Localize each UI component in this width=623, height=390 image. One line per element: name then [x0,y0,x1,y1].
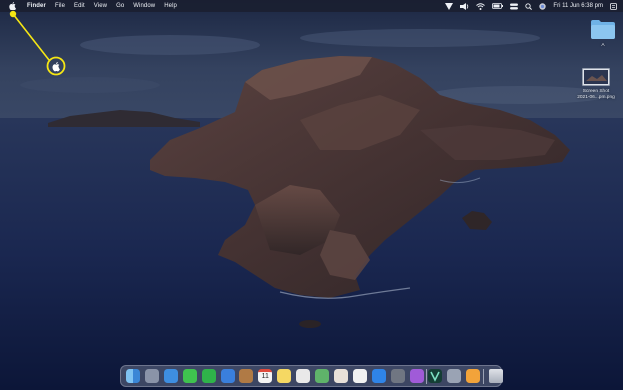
menu-bar: Finder File Edit View Go Window Help Fri… [0,0,623,12]
settings-icon[interactable] [390,369,405,383]
launchpad-icon[interactable] [144,369,159,383]
appstore-icon[interactable] [371,369,386,383]
dock: 11 [120,365,504,387]
preview-icon[interactable] [447,369,462,383]
battery-icon[interactable] [492,3,504,9]
menu-go[interactable]: Go [116,3,124,9]
menubar-clock[interactable]: Fri 11 Jun 6:38 pm [553,3,603,9]
menu-window[interactable]: Window [133,3,155,9]
search-icon[interactable] [525,2,533,10]
screenshot-thumbnail-icon [582,68,610,86]
maps-icon[interactable] [315,369,329,383]
notification-icon[interactable] [610,2,617,10]
calendar-date-label: 11 [261,373,269,380]
dock-separator [426,369,427,384]
menu-finder[interactable]: Finder [27,3,46,9]
messages-icon[interactable] [182,369,197,383]
notes-icon[interactable] [277,369,292,383]
apple-menu[interactable] [7,0,17,12]
podcasts-icon[interactable] [409,369,424,383]
calendar-icon[interactable]: 11 [258,369,273,383]
vector-icon[interactable] [428,369,443,383]
vpn-icon[interactable] [445,2,454,10]
folder-icon [591,20,615,39]
pages-icon[interactable] [466,369,481,383]
desktop-folder-label: A [601,43,605,48]
desktop-folder[interactable]: A [583,18,623,49]
facetime-icon[interactable] [201,369,216,383]
screenshot-label-line2: 2021-06...pm.png [577,95,615,100]
finder-icon[interactable] [126,369,140,383]
wifi-icon[interactable] [476,2,486,10]
reminders-icon[interactable] [296,369,311,383]
photos-icon[interactable] [239,369,254,383]
wallpaper [0,0,623,390]
trash-icon[interactable] [489,369,504,383]
control-icon[interactable] [510,3,519,10]
desktop: Finder File Edit View Go Window Help Fri… [0,0,623,390]
apple-logo-icon [8,2,16,10]
menu-help[interactable]: Help [164,3,177,9]
menu-edit[interactable]: Edit [74,3,85,9]
music-icon[interactable] [352,369,367,383]
siri-icon[interactable] [539,2,547,10]
desktop-screenshot-file[interactable]: Screen Shot 2021-06...pm.png [570,68,622,101]
mail-icon[interactable] [163,369,178,383]
menu-view[interactable]: View [94,3,107,9]
dock-separator [483,369,485,384]
safari-icon[interactable] [220,369,235,383]
audio-icon[interactable] [460,2,469,10]
menu-file[interactable]: File [55,3,65,9]
photos-flower-icon[interactable] [333,369,348,383]
